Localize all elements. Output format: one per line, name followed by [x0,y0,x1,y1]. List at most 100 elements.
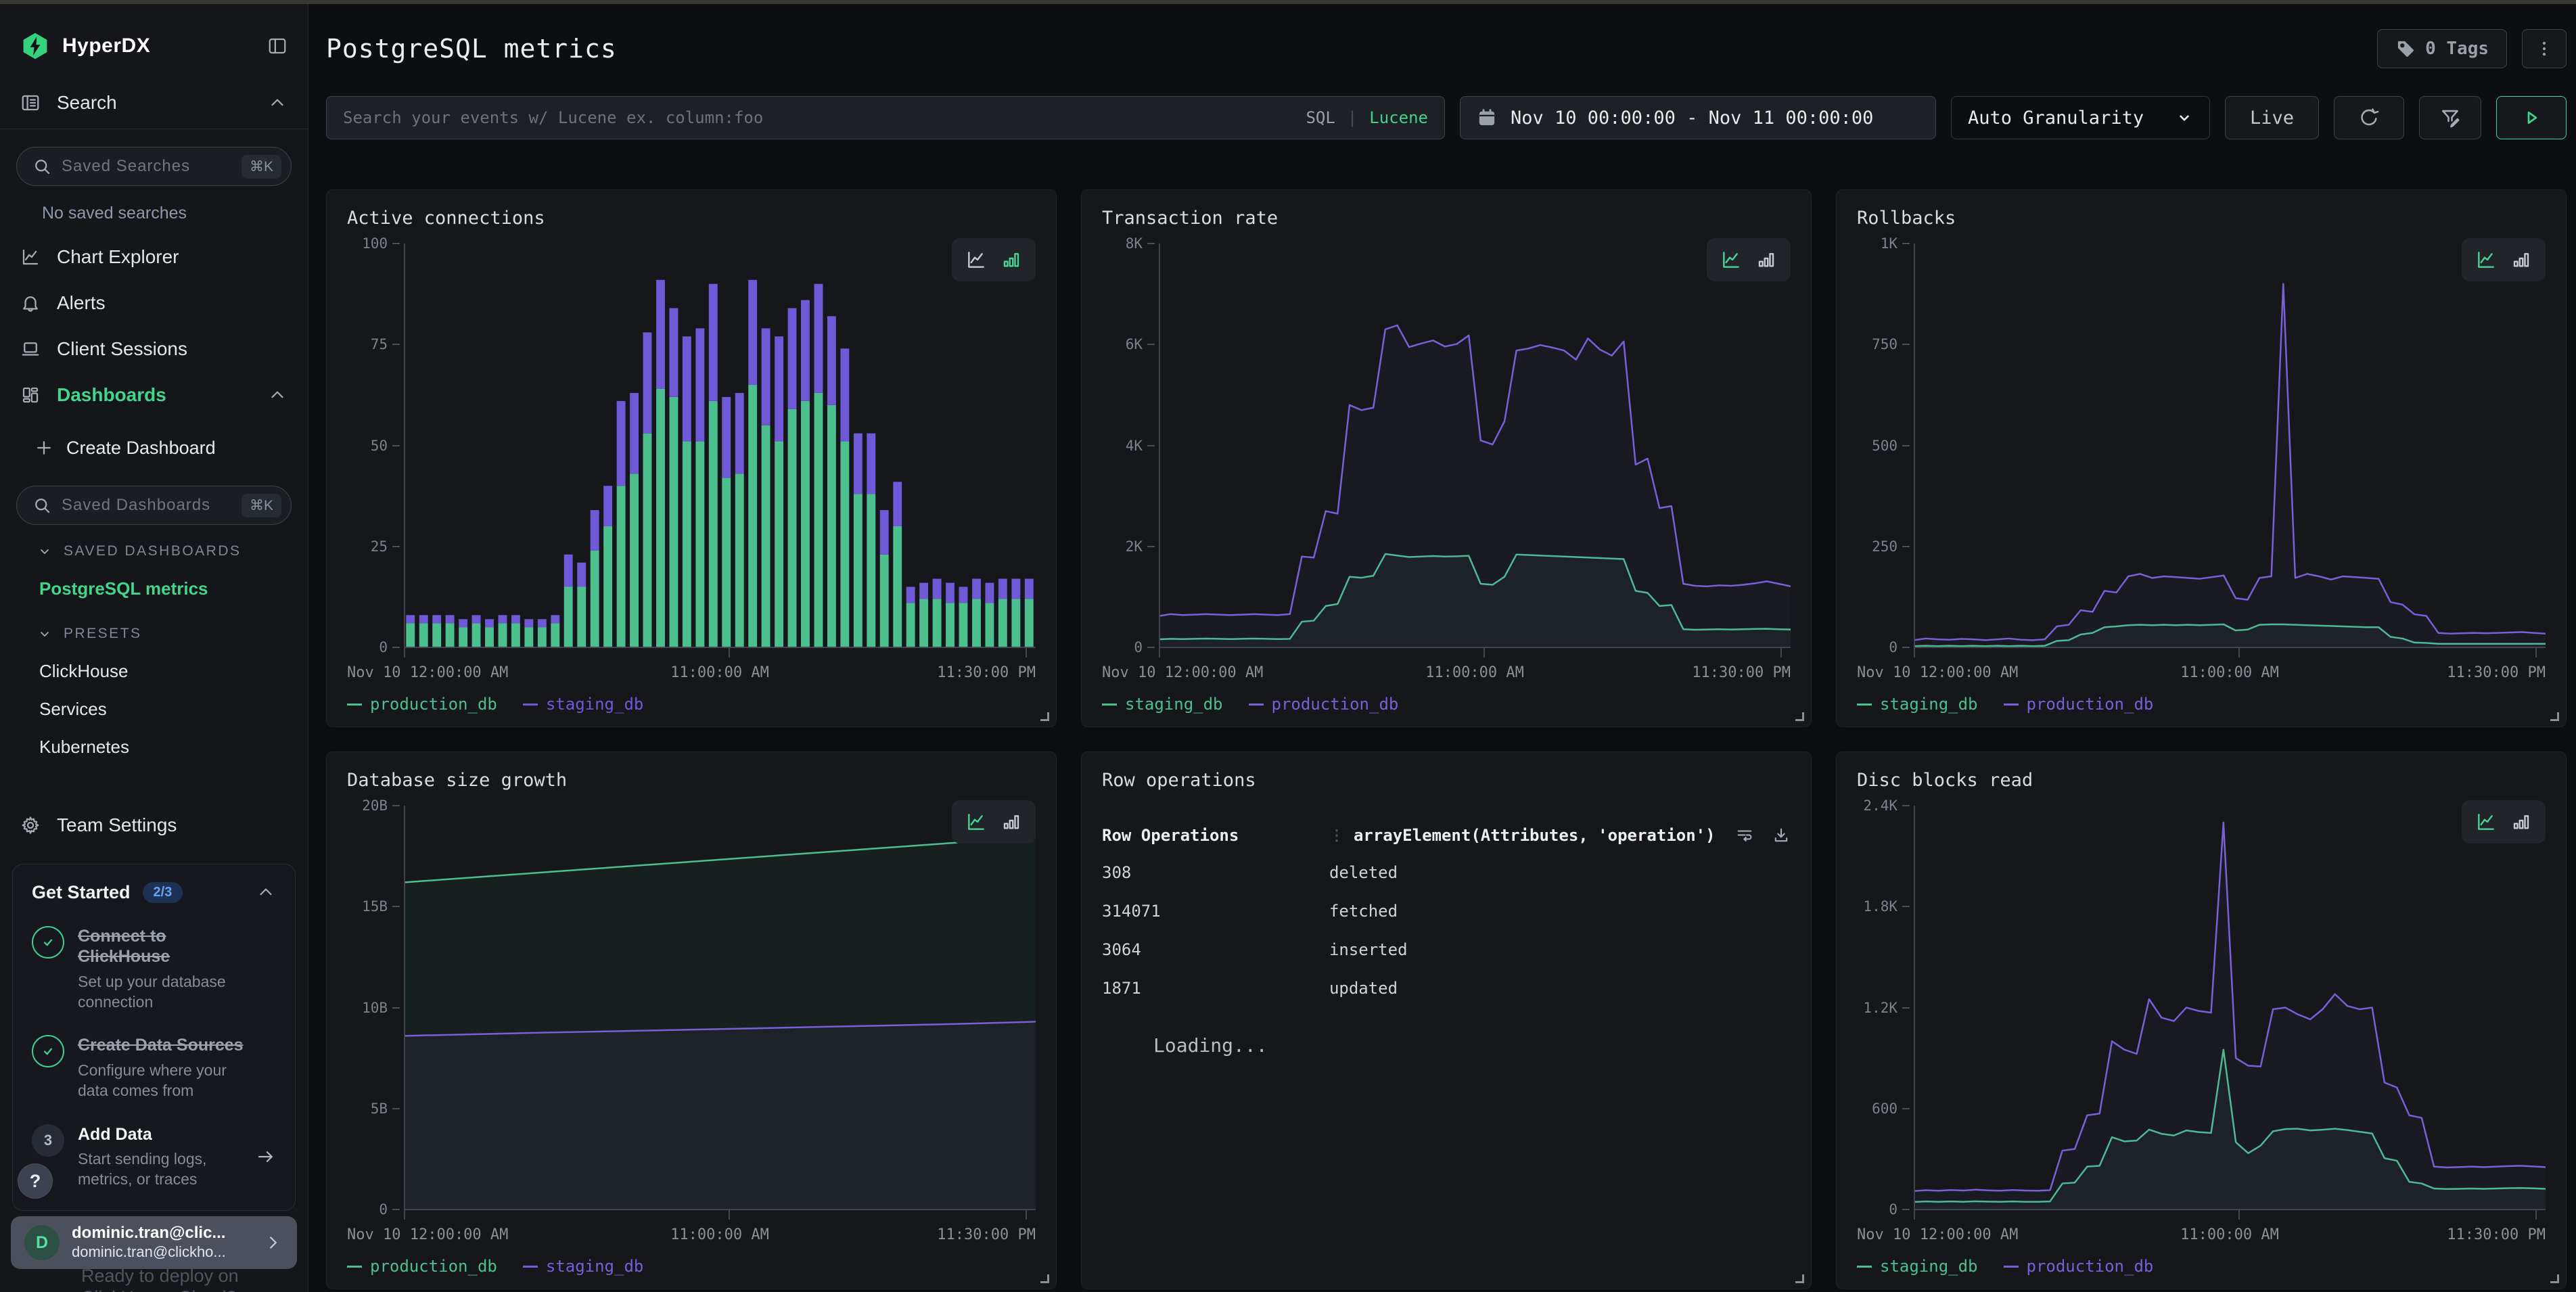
refresh-icon [2358,106,2380,129]
saved-searches-input[interactable] [62,157,232,176]
step-title: Create Data Sources [78,1035,255,1056]
panel-disc-blocks-read: Disc blocks read 06001.2K1.8K2.4K Nov 10… [1836,752,2567,1289]
legend-item[interactable]: production_db [1249,695,1399,714]
chart-legend[interactable]: staging_db production_db [1857,695,2546,714]
user-area: Ready to deploy on ClickHouse Cloud? D d… [11,1216,297,1292]
saved-dashboards-search[interactable]: ⌘K [16,486,292,525]
line-chart-icon[interactable] [965,811,987,833]
sidebar-item-label: Team Settings [57,814,177,836]
chart-legend[interactable]: production_db staging_db [347,1257,1036,1276]
sidebar-item-search[interactable]: Search [0,80,308,126]
sidebar-item-client-sessions[interactable]: Client Sessions [0,326,308,372]
chart-legend[interactable]: staging_db production_db [1857,1257,2546,1276]
chevron-up-icon[interactable] [267,93,288,113]
legend-item[interactable]: staging_db [523,1257,644,1276]
legend-item[interactable]: staging_db [1857,695,1978,714]
granularity-select[interactable]: Auto Granularity [1951,96,2210,139]
sidebar-item-kubernetes[interactable]: Kubernetes [0,728,308,766]
legend-item[interactable]: staging_db [523,695,644,714]
active-connections-chart[interactable] [404,244,1036,657]
resize-handle[interactable] [2550,1274,2559,1283]
resize-handle[interactable] [1795,712,1804,721]
line-chart-icon[interactable] [965,249,987,271]
arrow-right-icon [256,1147,276,1167]
saved-dashboards-input[interactable] [62,496,232,515]
sidebar-collapse-icon[interactable] [267,36,288,56]
sidebar-item-chart-explorer[interactable]: Chart Explorer [0,234,308,280]
chevron-up-icon[interactable] [267,385,288,405]
filter-button[interactable] [2419,96,2481,139]
bar-chart-icon[interactable] [2510,249,2532,271]
saved-dashboards-section-header[interactable]: SAVED DASHBOARDS [0,533,308,570]
panel-menu-button[interactable] [2522,29,2567,68]
download-icon[interactable] [1772,826,1791,845]
legend-item[interactable]: production_db [347,1257,497,1276]
search-icon [32,495,52,515]
x-axis-labels: Nov 10 12:00:00 AM11:00:00 AM11:30:00 PM [347,664,1036,681]
refresh-button[interactable] [2334,96,2404,139]
chart-legend[interactable]: staging_db production_db [1102,695,1791,714]
get-started-card: Get Started 2/3 Connect to ClickHouse Se… [12,864,296,1211]
legend-item[interactable]: production_db [347,695,497,714]
live-button[interactable]: Live [2225,96,2319,139]
sidebar-item-services[interactable]: Services [0,690,308,728]
resize-handle[interactable] [1040,712,1049,721]
column-resize-handle[interactable]: ⋮ [1329,827,1343,844]
table-row[interactable]: 3064 inserted [1102,930,1791,969]
loading-text: Loading... [1153,1034,1791,1057]
legend-item[interactable]: production_db [2004,1257,2154,1276]
saved-searches-search[interactable]: ⌘K [16,147,292,186]
user-email: dominic.tran@clickho... [72,1243,251,1261]
sidebar-item-alerts[interactable]: Alerts [0,280,308,326]
presets-section-header[interactable]: PRESETS [0,616,308,652]
panel-rollbacks: Rollbacks 02505007501K Nov 10 12:00:00 A… [1836,189,2567,727]
resize-handle[interactable] [1795,1274,1804,1283]
sidebar-item-postgresql-metrics[interactable]: PostgreSQL metrics [0,570,308,607]
line-chart-icon[interactable] [2475,811,2497,833]
tag-icon [2395,39,2416,59]
event-search-input[interactable] [343,108,1293,127]
disc-blocks-read-chart[interactable] [1914,806,2546,1220]
line-chart-icon[interactable] [1720,249,1742,271]
create-dashboard-button[interactable]: Create Dashboard [0,428,308,468]
filter-edit-icon [2439,106,2462,129]
resize-handle[interactable] [2550,712,2559,721]
step-connect-clickhouse[interactable]: Connect to ClickHouse Set up your databa… [32,926,276,1013]
date-range-picker[interactable]: Nov 10 00:00:00 - Nov 11 00:00:00 [1460,96,1936,139]
table-row[interactable]: 308 deleted [1102,853,1791,892]
database-size-growth-chart[interactable] [404,806,1036,1220]
sidebar-item-team-settings[interactable]: Team Settings [0,802,308,848]
chevron-up-icon[interactable] [256,882,276,902]
user-menu[interactable]: D dominic.tran@clic... dominic.tran@clic… [11,1216,297,1269]
bar-chart-icon[interactable] [2510,811,2532,833]
bar-chart-icon[interactable] [1755,249,1777,271]
transaction-rate-chart[interactable] [1159,244,1791,657]
resize-handle[interactable] [1040,1274,1049,1283]
date-range-value: Nov 10 00:00:00 - Nov 11 00:00:00 [1511,108,1873,129]
legend-item[interactable]: staging_db [1102,695,1223,714]
table-row[interactable]: 314071 fetched [1102,892,1791,930]
table-row[interactable]: 1871 updated [1102,969,1791,1007]
brand-name[interactable]: HyperDX [62,34,255,57]
lucene-mode-toggle[interactable]: Lucene [1369,108,1428,127]
chart-type-toggle [952,238,1036,281]
run-query-button[interactable] [2496,96,2567,139]
step-create-data-sources[interactable]: Create Data Sources Configure where your… [32,1035,276,1101]
legend-item[interactable]: staging_db [1857,1257,1978,1276]
step-add-data[interactable]: 3 Add Data Start sending logs, metrics, … [32,1124,276,1190]
legend-item[interactable]: production_db [2004,695,2154,714]
rollbacks-chart[interactable] [1914,244,2546,657]
get-started-header[interactable]: Get Started 2/3 [32,882,276,903]
bar-chart-icon[interactable] [1001,811,1022,833]
wrap-lines-icon[interactable] [1735,826,1754,845]
line-chart-icon[interactable] [2475,249,2497,271]
bar-chart-icon[interactable] [1001,249,1022,271]
sidebar-item-clickhouse[interactable]: ClickHouse [0,652,308,690]
sidebar-item-dashboards[interactable]: Dashboards [0,372,308,418]
sql-mode-toggle[interactable]: SQL [1306,108,1335,127]
user-name: dominic.tran@clic... [72,1224,251,1243]
tags-button[interactable]: 0 Tags [2377,29,2507,68]
y-axis-labels: 06001.2K1.8K2.4K [1857,806,1914,1220]
chart-legend[interactable]: production_db staging_db [347,695,1036,714]
help-button[interactable]: ? [18,1163,53,1199]
